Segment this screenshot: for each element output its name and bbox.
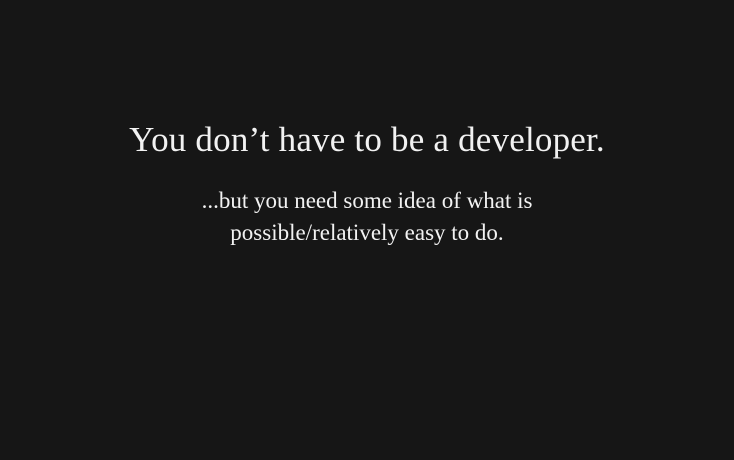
slide-title: You don’t have to be a developer. bbox=[129, 120, 605, 159]
slide: You don’t have to be a developer. ...but… bbox=[0, 0, 734, 460]
subtitle-line-2: possible/relatively easy to do. bbox=[230, 220, 504, 245]
subtitle-line-1: ...but you need some idea of what is bbox=[201, 188, 533, 213]
slide-subtitle: ...but you need some idea of what is pos… bbox=[0, 185, 734, 249]
